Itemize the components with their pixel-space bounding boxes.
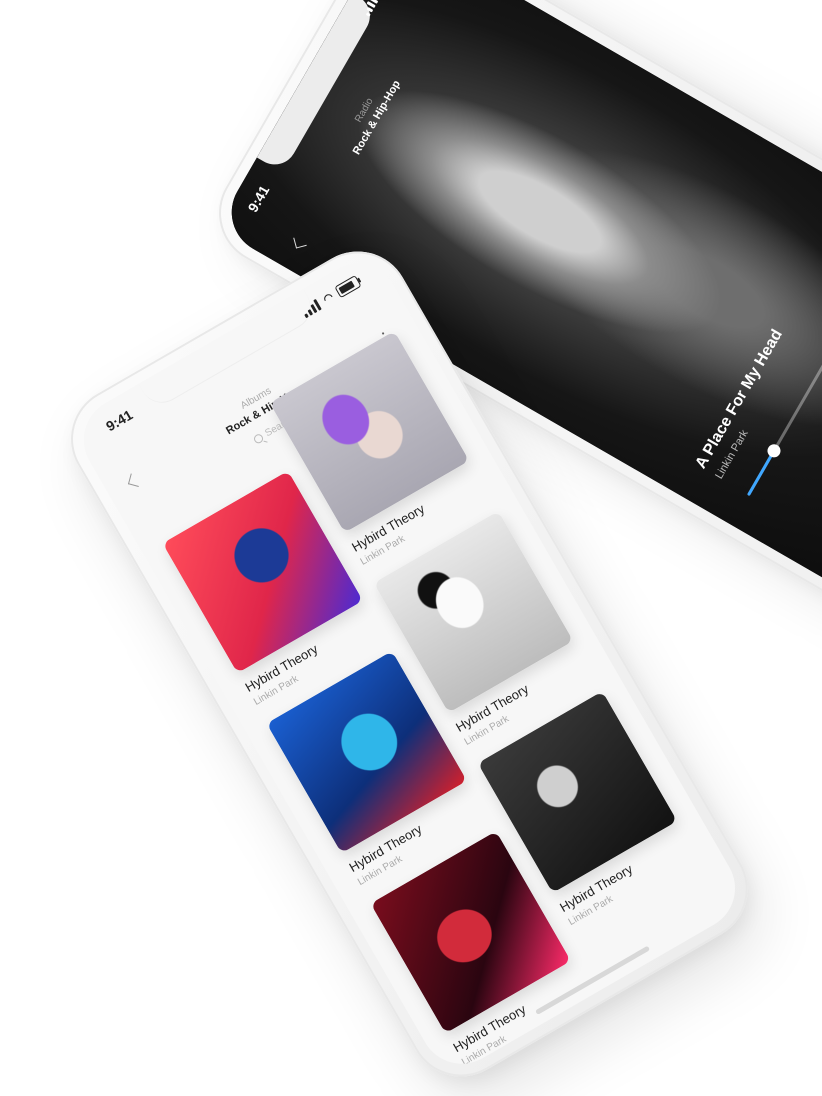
signal-icon — [359, 0, 379, 17]
search-icon — [252, 432, 265, 445]
status-time: 9:41 — [103, 406, 136, 435]
signal-icon — [300, 298, 322, 318]
wifi-icon: ◠ — [321, 290, 336, 307]
rewind-icon[interactable]: ◀◀ — [816, 465, 822, 503]
battery-icon — [334, 275, 362, 299]
status-time: 9:41 — [244, 182, 273, 215]
album-grid: Hybird Theory Linkin Park Hybird Theory … — [162, 330, 731, 1068]
status-icons: ◠ — [300, 275, 362, 318]
